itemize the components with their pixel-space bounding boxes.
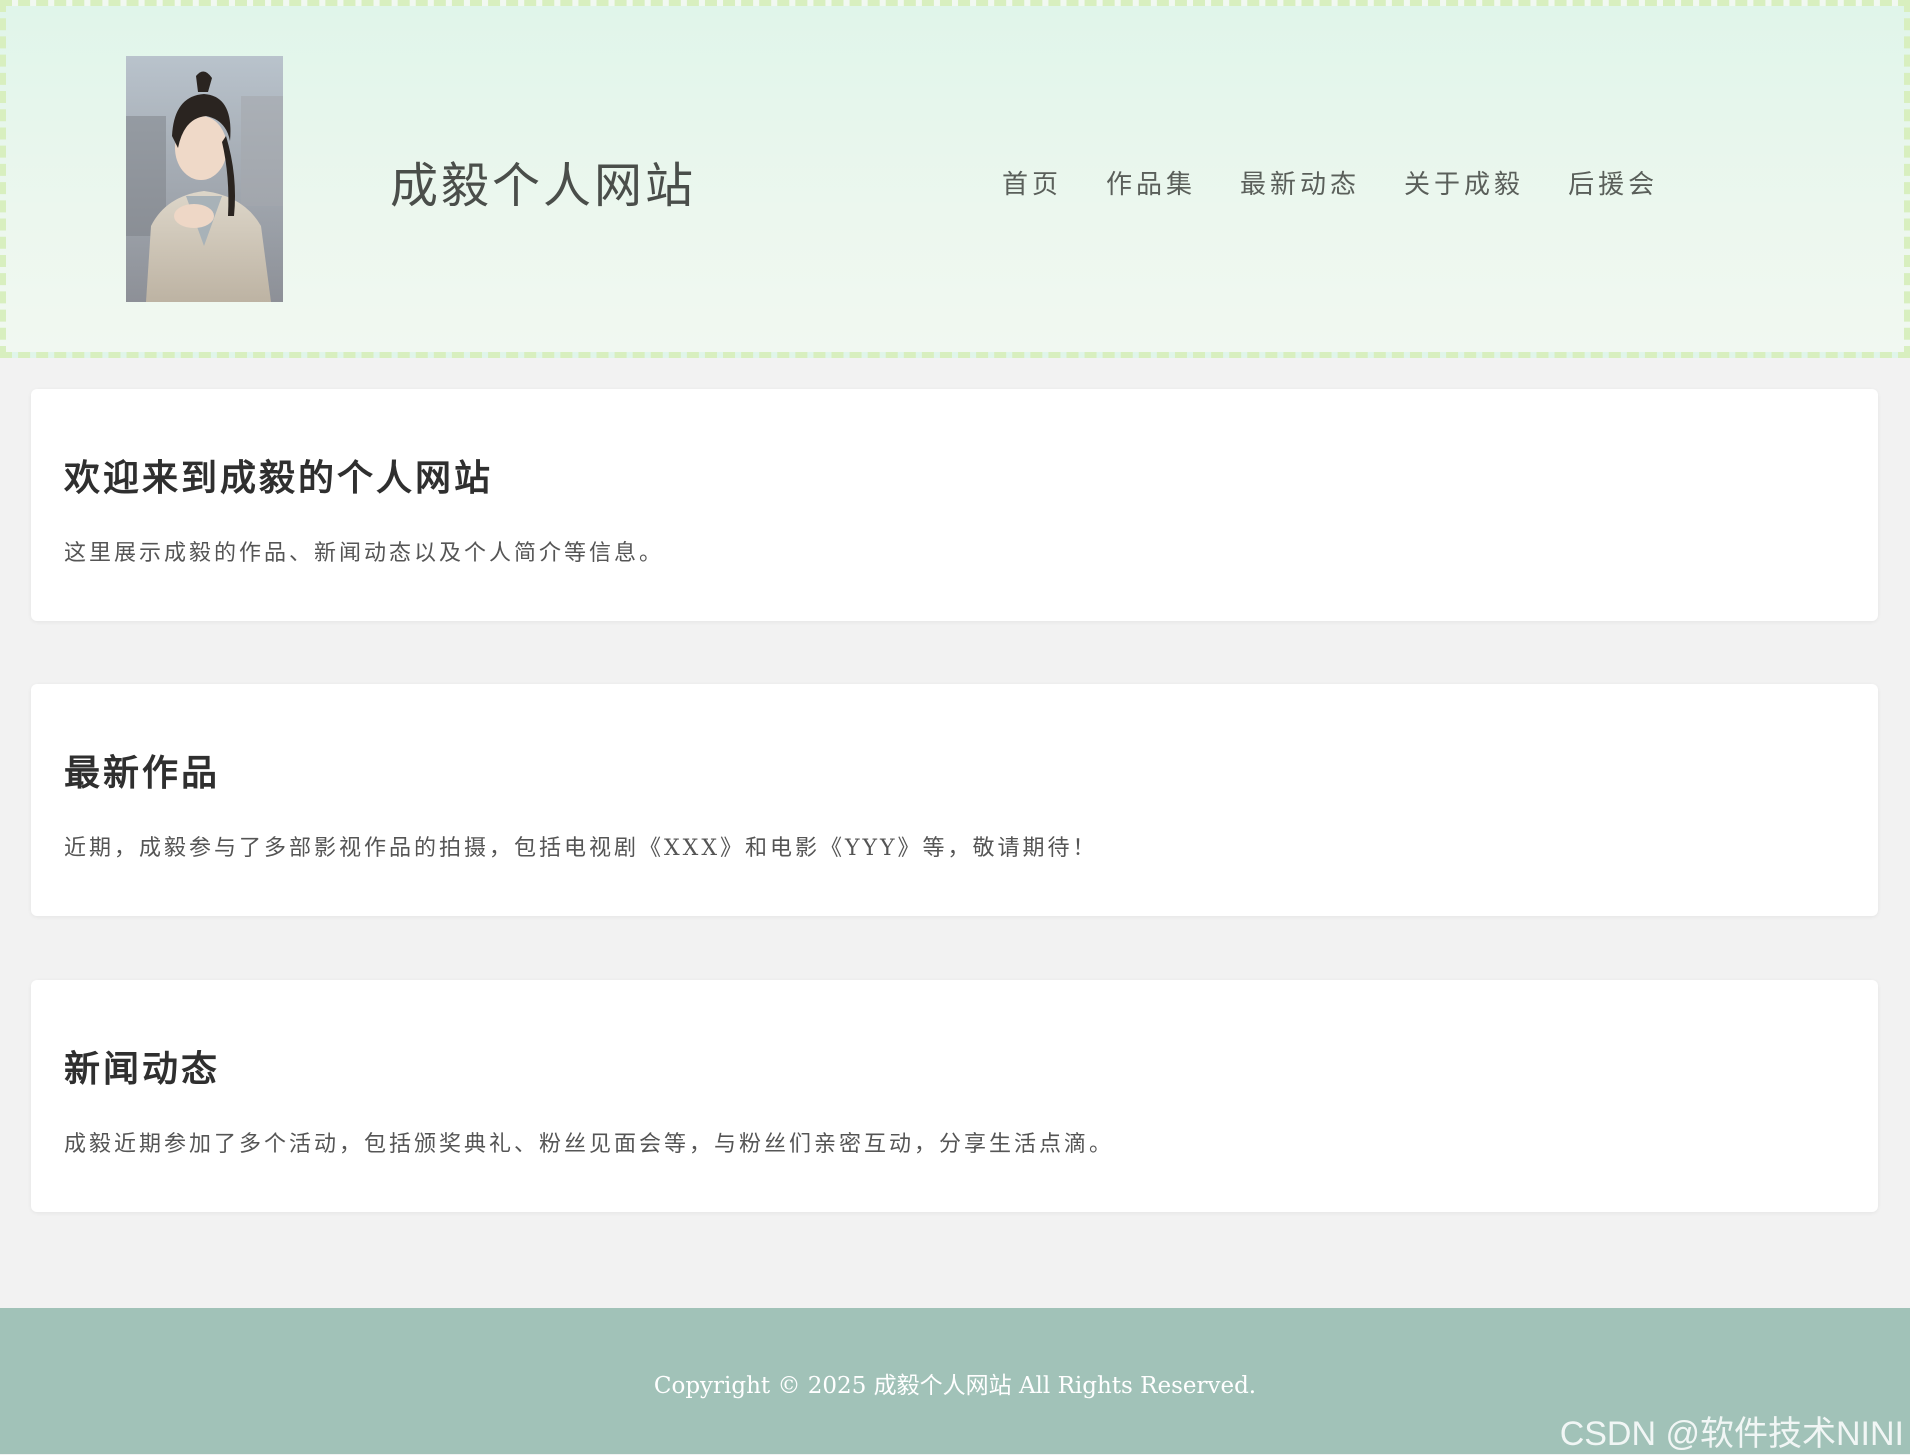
site-header: 成毅个人网站 首页 作品集 最新动态 关于成毅 后援会 <box>0 0 1910 358</box>
nav-item-about[interactable]: 关于成毅 <box>1404 164 1524 201</box>
portrait-image <box>126 56 283 302</box>
latest-works-section: 最新作品 近期，成毅参与了多部影视作品的拍摄，包括电视剧《XXX》和电影《YYY… <box>31 684 1878 916</box>
nav-item-home[interactable]: 首页 <box>1002 164 1062 201</box>
nav-item-fanclub[interactable]: 后援会 <box>1568 164 1658 201</box>
site-title: 成毅个人网站 <box>390 158 697 214</box>
nav-item-works[interactable]: 作品集 <box>1106 164 1196 201</box>
section-title: 新闻动态 <box>64 1048 221 1090</box>
news-section: 新闻动态 成毅近期参加了多个活动，包括颁奖典礼、粉丝见面会等，与粉丝们亲密互动，… <box>31 980 1878 1212</box>
welcome-section: 欢迎来到成毅的个人网站 这里展示成毅的作品、新闻动态以及个人简介等信息。 <box>31 389 1878 621</box>
section-title: 欢迎来到成毅的个人网站 <box>64 457 494 499</box>
nav-item-news[interactable]: 最新动态 <box>1240 164 1360 201</box>
site-footer: Copyright © 2025 成毅个人网站 All Rights Reser… <box>0 1308 1910 1454</box>
copyright-text: Copyright © 2025 成毅个人网站 All Rights Reser… <box>653 1373 1257 1399</box>
section-title: 最新作品 <box>64 752 221 794</box>
section-text: 近期，成毅参与了多部影视作品的拍摄，包括电视剧《XXX》和电影《YYY》等，敬请… <box>64 836 1098 861</box>
main-nav: 首页 作品集 最新动态 关于成毅 后援会 <box>1002 164 1658 201</box>
watermark: CSDN @软件技术NINI <box>1559 1415 1904 1453</box>
section-text: 这里展示成毅的作品、新闻动态以及个人简介等信息。 <box>64 541 665 566</box>
section-text: 成毅近期参加了多个活动，包括颁奖典礼、粉丝见面会等，与粉丝们亲密互动，分享生活点… <box>64 1132 1115 1157</box>
